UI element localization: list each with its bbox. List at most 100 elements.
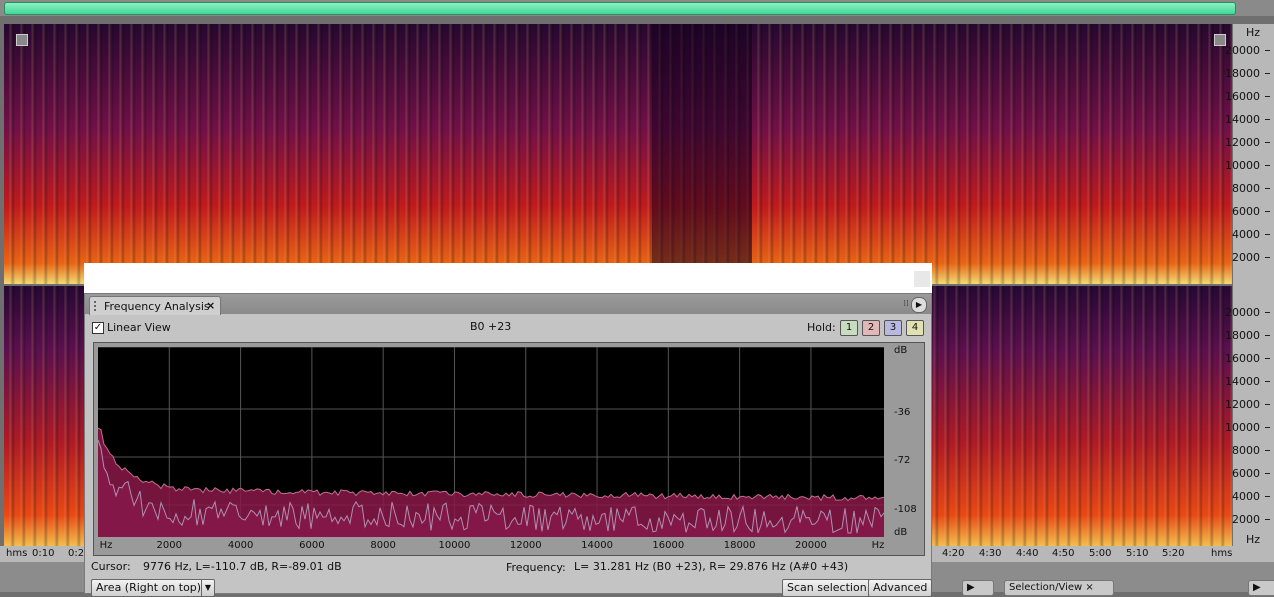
x-axis-unit: Hz: [99, 540, 113, 551]
hz-tick-mark: [1265, 73, 1270, 74]
linear-view-checkbox[interactable]: ✓: [92, 322, 104, 334]
note-readout: B0 +23: [470, 320, 512, 333]
hz-tick-label: 6000: [1232, 205, 1260, 218]
time-label: hms: [1211, 548, 1233, 559]
frequency-value: L= 31.281 Hz (B0 +23), R= 29.876 Hz (A#0…: [574, 560, 849, 573]
panel-menu-icon: ▶: [1253, 582, 1261, 593]
area-select-value: Area (Right on top): [96, 581, 202, 594]
time-label: 5:10: [1126, 548, 1149, 559]
x-tick-label: 14000: [581, 540, 613, 551]
frequency-label: Frequency:: [506, 561, 566, 574]
overview-range[interactable]: [4, 2, 1236, 15]
hold-button-label: 4: [911, 322, 919, 333]
hz-tick-mark: [1265, 450, 1270, 451]
hz-tick-label: 4000: [1232, 490, 1260, 503]
time-label: 5:00: [1089, 548, 1112, 559]
hz-tick-mark: [1265, 519, 1270, 520]
hz-tick-label: 14000: [1225, 375, 1260, 388]
hz-tick-mark: [1265, 473, 1270, 474]
tab-frequency-analysis[interactable]: Frequency Analysis ×: [89, 296, 221, 315]
hz-tick-mark: [1265, 312, 1270, 313]
db-tick: -36: [894, 407, 911, 418]
x-tick-label: 6000: [299, 540, 325, 551]
hz-tick-label: 10000: [1225, 159, 1260, 172]
hz-tick-mark: [1265, 119, 1270, 120]
frequency-plot-area[interactable]: [97, 346, 885, 537]
panel-menu-icon[interactable]: ▶: [911, 297, 927, 313]
close-icon[interactable]: ×: [1085, 582, 1093, 593]
hz-tick-label: 12000: [1225, 136, 1260, 149]
hz-tick-mark: [1265, 496, 1270, 497]
frequency-graph[interactable]: Hz 2000 4000 6000 8000 10000 12000 14000 16000 1…: [93, 342, 925, 556]
area-select-dropdown[interactable]: Area (Right on top) ▼: [91, 579, 215, 597]
time-label: 0:10: [32, 548, 55, 559]
linear-view-label: Linear View: [107, 321, 171, 334]
cursor-value: 9776 Hz, L=-110.7 dB, R=-89.01 dB: [143, 560, 342, 573]
hold-button-4[interactable]: 4: [906, 320, 924, 336]
x-tick-label: 18000: [723, 540, 756, 551]
panel-menu-button[interactable]: ▶: [1248, 580, 1274, 596]
db-unit-top: dB: [894, 345, 908, 356]
hz-tick-mark: [1265, 211, 1270, 212]
advanced-button[interactable]: Advanced: [868, 579, 933, 597]
drag-grip-icon[interactable]: [94, 301, 100, 311]
overview-bar[interactable]: [0, 0, 1274, 16]
hold-button-2[interactable]: 2: [862, 320, 880, 336]
db-unit-bottom: dB: [894, 527, 908, 538]
time-label: 4:40: [1016, 548, 1039, 559]
resize-grip-icon[interactable]: ⁞⁞: [903, 299, 909, 309]
hz-tick-label: 8000: [1232, 444, 1260, 457]
hz-tick-label: 10000: [1225, 421, 1260, 434]
spectrogram-left-channel[interactable]: [4, 24, 1232, 284]
x-tick-label: 4000: [227, 540, 254, 551]
frequency-plot-svg: [97, 346, 885, 537]
time-label: 5:20: [1162, 548, 1185, 559]
hz-tick-label: 20000: [1225, 44, 1260, 57]
hz-tick-label: 16000: [1225, 352, 1260, 365]
hz-tick-label: 2000: [1232, 513, 1260, 526]
hz-tick-mark: [1265, 165, 1270, 166]
hold-button-1[interactable]: 1: [840, 320, 858, 336]
hold-button-label: 2: [867, 322, 875, 333]
spectrogram-quiet-section: [652, 24, 752, 284]
tab-title: Frequency Analysis: [104, 300, 210, 313]
hz-tick-mark: [1265, 234, 1270, 235]
hz-unit-label: Hz: [1245, 533, 1260, 546]
hz-tick-label: 20000: [1225, 306, 1260, 319]
x-tick-label: 2000: [156, 540, 183, 551]
panel-menu-icon: ▶: [967, 582, 975, 593]
hz-tick-mark: [1265, 50, 1270, 51]
hz-tick-label: 8000: [1232, 182, 1260, 195]
hold-button-3[interactable]: 3: [884, 320, 902, 336]
maximize-icon[interactable]: [914, 271, 930, 287]
time-label: hms: [6, 548, 28, 559]
time-label: 4:30: [979, 548, 1002, 559]
hold-button-label: 1: [845, 322, 853, 333]
hz-tick-label: 14000: [1225, 113, 1260, 126]
panel-menu-button[interactable]: ▶: [962, 580, 994, 596]
panel-title-bar[interactable]: [84, 263, 932, 293]
x-tick-label: 16000: [652, 540, 685, 551]
tab-selection-view-label: Selection/View: [1009, 582, 1083, 593]
db-tick: -72: [894, 455, 911, 466]
db-tick: -108: [894, 504, 917, 515]
frequency-axis: Hz 20000 18000 16000 14000 12000 10000 8000 600…: [1225, 24, 1274, 546]
tab-selection-view[interactable]: Selection/View ×: [1004, 580, 1114, 596]
hz-tick-mark: [1265, 335, 1270, 336]
x-tick-label: 10000: [438, 540, 471, 551]
x-tick-label: 8000: [370, 540, 396, 551]
zoom-corner-handle[interactable]: [16, 34, 28, 46]
time-label: 4:20: [942, 548, 965, 559]
cursor-label: Cursor:: [91, 560, 131, 573]
hz-tick-label: 4000: [1232, 228, 1260, 241]
hz-tick-mark: [1265, 404, 1270, 405]
hz-tick-mark: [1265, 142, 1270, 143]
hz-tick-label: 18000: [1225, 67, 1260, 80]
hz-tick-label: 16000: [1225, 90, 1260, 103]
hz-unit-label: Hz: [1245, 26, 1260, 39]
x-tick-label: 20000: [795, 540, 827, 551]
close-icon[interactable]: ×: [206, 299, 215, 312]
frequency-analysis-panel: Frequency Analysis × ⁞⁞ ▶ ✓ Linear View …: [84, 293, 933, 597]
chevron-down-icon[interactable]: ▼: [201, 580, 214, 596]
scan-selection-button[interactable]: Scan selection: [782, 579, 872, 597]
